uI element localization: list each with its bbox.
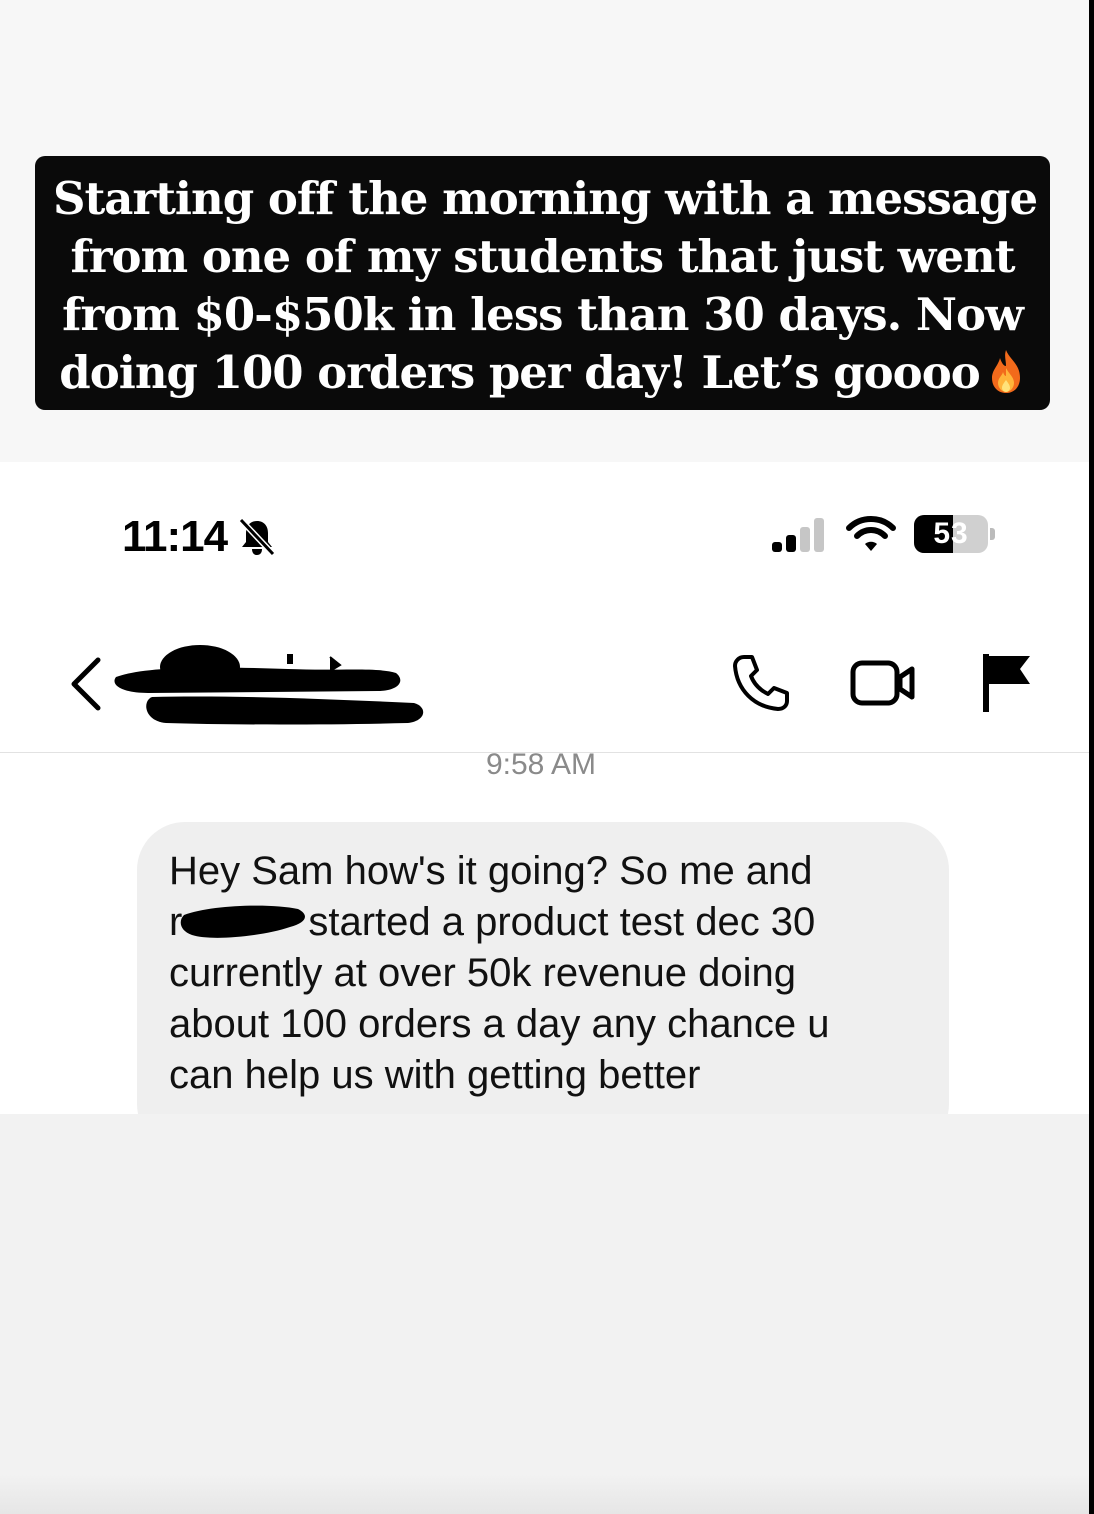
message-screenshot: 11:14 53 9:58 AM Hey Sam how's it going?…	[0, 462, 1089, 1114]
status-time: 11:14	[122, 512, 228, 561]
story-bottom-area	[0, 1114, 1089, 1514]
caption-line-1: Starting off the morning with a message	[53, 172, 1038, 225]
battery-tip	[990, 528, 995, 540]
fire-icon	[991, 350, 1020, 393]
battery-level: 53	[933, 517, 969, 550]
flag-icon[interactable]	[980, 652, 1034, 714]
message-line-1: Hey Sam how's it going? So me and	[169, 849, 813, 893]
caption-line-2: from one of my students that just went	[70, 230, 1015, 283]
message-timestamp: 9:58 AM	[485, 748, 597, 781]
phone-icon[interactable]	[730, 652, 792, 714]
message-text: Hey Sam how's it going? So me and r star…	[169, 846, 929, 1101]
right-edge-bar	[1089, 0, 1094, 1514]
redacted-name-inline	[181, 905, 306, 938]
caption-line-4-wrap: doing 100 orders per day! Let’s goooo	[53, 344, 1032, 402]
chevron-left-icon[interactable]	[66, 656, 106, 712]
message-line-2: started a product test dec 30	[308, 900, 816, 944]
bell-slash-icon	[238, 517, 276, 557]
message-bubble: Hey Sam how's it going? So me and r star…	[137, 822, 949, 1114]
video-camera-icon[interactable]	[850, 658, 916, 708]
battery-indicator: 53	[914, 515, 988, 553]
message-line-5: can help us with getting better	[169, 1053, 701, 1097]
caption-line-3: from $0-$50k in less than 30 days. Now	[62, 288, 1024, 341]
message-line-2-wrap: r started a product test dec 30	[169, 897, 929, 948]
story-caption: Starting off the morning with a message …	[35, 156, 1050, 410]
wifi-icon	[846, 516, 896, 551]
caption-line-4: doing 100 orders per day! Let’s goooo	[59, 346, 980, 399]
signal-icon	[772, 518, 824, 552]
message-line-3: currently at over 50k revenue doing	[169, 951, 797, 995]
message-line-4: about 100 orders a day any chance u	[169, 1002, 830, 1046]
redacted-contact-name	[114, 645, 424, 725]
